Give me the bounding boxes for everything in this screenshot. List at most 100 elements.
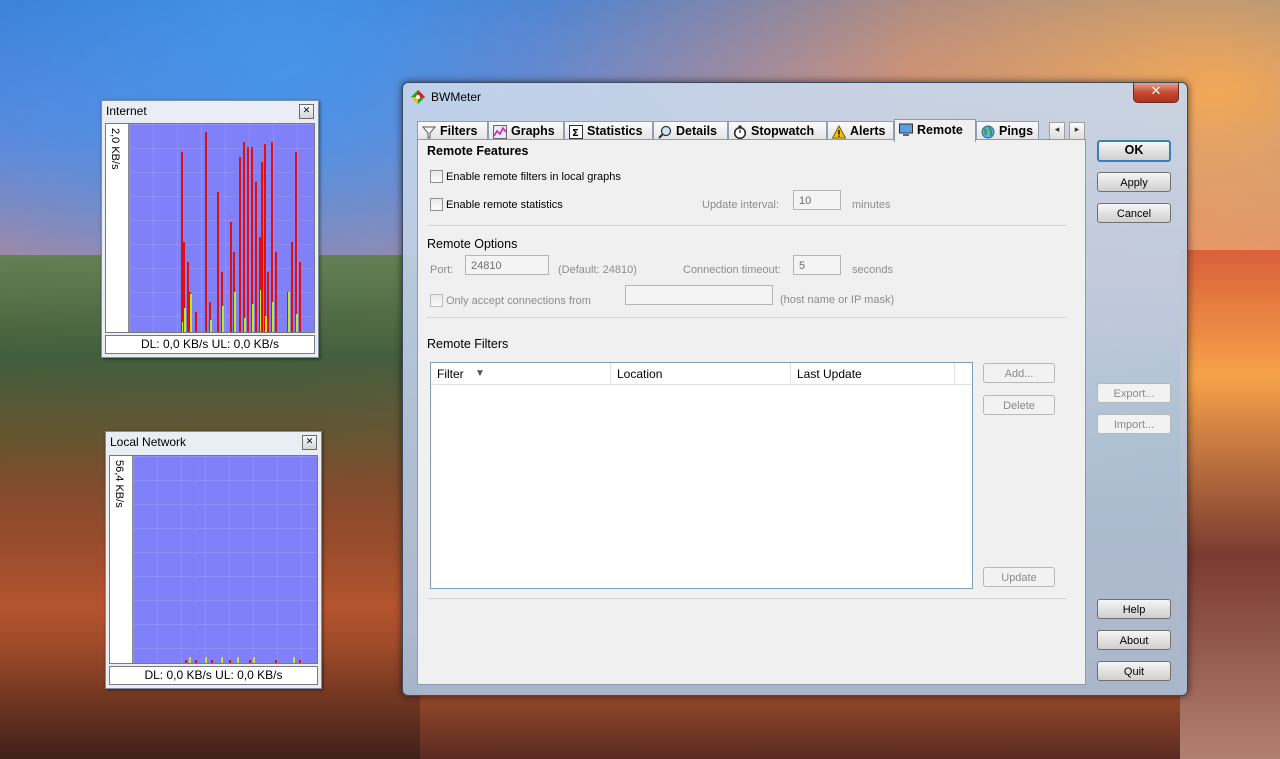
filter-icon (422, 126, 436, 139)
column-header-location[interactable]: Location (611, 363, 791, 384)
close-icon[interactable]: ✕ (302, 435, 317, 450)
apply-button[interactable]: Apply (1097, 172, 1171, 192)
tab-filters[interactable]: Filters (417, 121, 488, 140)
desktop-sea (1180, 250, 1280, 759)
update-interval-input[interactable]: 10 (793, 190, 841, 210)
tab-strip: Filters Graphs Σ Statistics Details Stop… (417, 119, 1087, 142)
column-header-last-update[interactable]: Last Update (791, 363, 955, 384)
help-button[interactable]: Help (1097, 599, 1171, 619)
upload-spike (190, 294, 192, 332)
connection-timeout-input[interactable]: 5 (793, 255, 841, 275)
local-network-graph-title: Local Network (110, 435, 187, 449)
globe-icon (981, 125, 995, 139)
magnifier-icon (658, 125, 672, 139)
upload-spike (222, 306, 224, 332)
enable-remote-filters-checkbox[interactable] (430, 170, 443, 183)
upload-spike (296, 314, 298, 332)
tab-label: Alerts (850, 124, 886, 138)
download-spike (195, 312, 197, 332)
export-button[interactable]: Export... (1097, 383, 1171, 403)
graph-icon (493, 125, 507, 139)
local-small-spike (185, 660, 187, 663)
tab-scroll-left-icon[interactable]: ◂ (1049, 122, 1065, 140)
local-small-spike (299, 660, 301, 663)
local-small-spike (229, 660, 231, 663)
close-icon[interactable]: ✕ (299, 104, 314, 119)
import-button[interactable]: Import... (1097, 414, 1171, 434)
internet-graph-plot (129, 124, 314, 332)
only-accept-connections-input[interactable] (625, 285, 773, 305)
upload-spike (252, 304, 254, 332)
download-spike (247, 147, 249, 332)
update-filter-button[interactable]: Update (983, 567, 1055, 587)
tab-alerts[interactable]: Alerts (827, 121, 894, 140)
remote-features-title: Remote Features (427, 144, 529, 158)
local-small-spike (211, 660, 213, 663)
connection-timeout-unit: seconds (852, 264, 893, 276)
tab-stopwatch[interactable]: Stopwatch (728, 121, 827, 140)
tab-label: Statistics (587, 124, 643, 138)
monitor-icon (899, 123, 913, 136)
warning-icon (832, 125, 846, 139)
window-client: Filters Graphs Σ Statistics Details Stop… (411, 112, 1186, 685)
column-location-label: Location (617, 367, 663, 381)
tab-label: Graphs (511, 124, 555, 138)
window-close-button[interactable]: ✕ (1133, 83, 1179, 103)
download-spike (261, 162, 263, 332)
cancel-button[interactable]: Cancel (1097, 203, 1171, 223)
upload-spike (184, 308, 186, 332)
internet-graph-window[interactable]: Internet ✕ 2,0 KB/s DL: 0,0 KB/s UL: 0,0… (101, 100, 319, 358)
tab-label: Filters (440, 124, 478, 138)
group-divider (427, 225, 1067, 226)
column-header-filter[interactable]: Filter ▼ (431, 363, 611, 384)
internet-graph-title: Internet (106, 104, 147, 118)
delete-filter-button[interactable]: Delete (983, 395, 1055, 415)
window-title: BWMeter (431, 90, 482, 104)
download-spike (299, 262, 301, 332)
download-spike (243, 142, 245, 332)
ok-button[interactable]: OK (1097, 140, 1171, 162)
local-small-spike (195, 660, 197, 663)
tab-statistics[interactable]: Σ Statistics (564, 121, 653, 140)
local-network-graph-window[interactable]: Local Network ✕ 56,4 KB/s DL: 0,0 KB/s U… (105, 431, 322, 689)
remote-options-title: Remote Options (427, 237, 518, 251)
download-spike (291, 242, 293, 332)
group-divider (427, 317, 1067, 318)
only-accept-connections-hint: (host name or IP mask) (780, 294, 895, 306)
remote-filters-list[interactable]: Filter ▼ Location Last Update (430, 362, 973, 589)
internet-axis-label: 2,0 KB/s (109, 128, 121, 170)
tab-details[interactable]: Details (653, 121, 728, 140)
sort-arrow-icon: ▼ (475, 368, 485, 379)
upload-spike (210, 320, 212, 332)
tab-pings[interactable]: Pings (976, 121, 1039, 140)
local-graph-axis: 56,4 KB/s (110, 456, 133, 663)
local-small-spike (205, 657, 207, 663)
remote-filters-list-header: Filter ▼ Location Last Update (431, 363, 972, 385)
local-graph-status: DL: 0,0 KB/s UL: 0,0 KB/s (109, 666, 318, 685)
stopwatch-icon (733, 125, 747, 139)
local-graph-body: 56,4 KB/s (109, 455, 318, 664)
add-filter-button[interactable]: Add... (983, 363, 1055, 383)
quit-button[interactable]: Quit (1097, 661, 1171, 681)
update-interval-unit: minutes (852, 199, 891, 211)
tab-scroll-right-icon[interactable]: ▸ (1069, 122, 1085, 140)
port-input[interactable]: 24810 (465, 255, 549, 275)
upload-spike (288, 292, 290, 332)
local-small-spike (253, 657, 255, 663)
tab-remote[interactable]: Remote (894, 119, 976, 142)
download-spike (217, 192, 219, 332)
local-small-spike (249, 660, 251, 663)
connection-timeout-label: Connection timeout: (683, 264, 781, 276)
only-accept-connections-label: Only accept connections from (446, 295, 591, 307)
tab-label: Remote (917, 123, 963, 137)
about-button[interactable]: About (1097, 630, 1171, 650)
only-accept-connections-checkbox[interactable] (430, 294, 443, 307)
column-filter-label: Filter (437, 367, 464, 381)
column-last-update-label: Last Update (797, 367, 862, 381)
download-spike (205, 132, 207, 332)
local-small-spike (293, 657, 295, 663)
local-graph-plot (133, 456, 317, 663)
enable-remote-statistics-checkbox[interactable] (430, 198, 443, 211)
tab-graphs[interactable]: Graphs (488, 121, 564, 140)
sigma-icon: Σ (569, 125, 583, 139)
